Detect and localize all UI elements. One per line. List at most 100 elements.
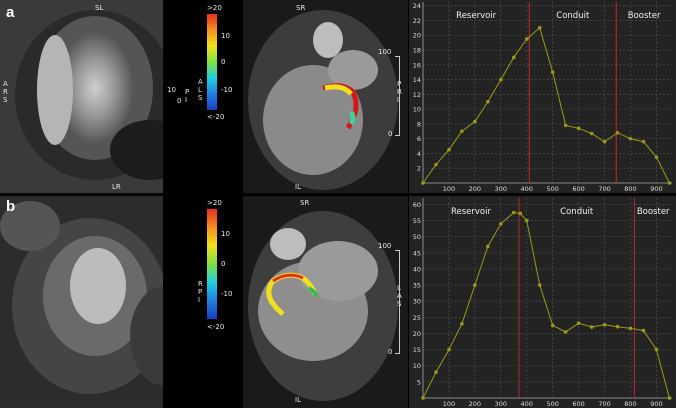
strain-data-point <box>511 55 516 60</box>
strain-data-point <box>563 330 568 334</box>
y-tick-label: 22 <box>413 17 421 25</box>
y-tick-label: 24 <box>413 2 421 10</box>
x-tick-label: 300 <box>495 185 507 193</box>
x-tick-label: 900 <box>650 185 662 193</box>
y-tick-label: 40 <box>413 265 421 273</box>
y-tick-label: 4 <box>417 150 421 158</box>
colorbar-tick-neg10: -10 <box>221 86 233 94</box>
strain-data-point <box>667 181 672 185</box>
y-tick-label: 14 <box>413 76 421 84</box>
y-tick-label: 45 <box>413 249 421 257</box>
strain-data-point <box>486 99 490 104</box>
long-axis-top-label: SR <box>300 199 310 207</box>
y-tick-label: 5 <box>417 378 421 386</box>
x-tick-label: 500 <box>546 400 558 408</box>
colorbar-top-label: >20 <box>207 4 222 12</box>
long-axis-image-a: SR IL P R I 100 0 <box>243 0 408 193</box>
y-tick-label: 8 <box>417 120 421 128</box>
colorbar-top-label: >20 <box>207 199 222 207</box>
long-axis-bottom-label: IL <box>295 183 301 191</box>
colorbar-tick-0: 0 <box>221 260 226 268</box>
colorbar-tick-neg10: -10 <box>221 290 233 298</box>
strain-data-point <box>524 37 529 41</box>
colorbar-gradient-a <box>207 14 217 110</box>
strain-data-point <box>524 218 529 223</box>
y-tick-label: 35 <box>413 282 421 290</box>
y-tick-label: 30 <box>413 298 421 306</box>
colorbar-side-label: A L S <box>198 78 203 102</box>
colorbar-left-tick-10: 10 <box>167 86 176 94</box>
long-axis-image-b: SR IL L A S 100 0 <box>243 196 408 408</box>
strain-data-point <box>421 396 425 400</box>
chart-background <box>409 0 676 193</box>
strain-data-point <box>434 162 438 167</box>
y-tick-label: 25 <box>413 314 421 322</box>
colorbar-panel-b: >20 10 0 -10 <-20 R P I <box>163 196 243 408</box>
scale-bar-a <box>395 56 400 136</box>
strain-data-point <box>628 326 633 331</box>
phase-label: Reservoir <box>456 11 496 21</box>
x-tick-label: 800 <box>624 400 636 408</box>
y-tick-label: 15 <box>413 346 421 354</box>
x-tick-label: 200 <box>469 185 481 193</box>
strain-data-point <box>499 77 503 82</box>
strain-data-point <box>589 131 594 136</box>
strain-data-point <box>537 26 542 30</box>
strain-data-point <box>460 129 464 134</box>
phase-label: Booster <box>628 11 661 21</box>
short-axis-top-label: SL <box>95 4 104 12</box>
strain-data-point <box>421 181 425 185</box>
x-tick-label: 500 <box>546 185 558 193</box>
x-tick-label: 700 <box>598 400 610 408</box>
long-axis-bottom-label: IL <box>295 396 301 404</box>
y-tick-label: 50 <box>413 233 421 241</box>
strain-data-point <box>473 119 477 124</box>
short-axis-left-label: A R S <box>3 80 8 104</box>
x-tick-label: 900 <box>650 400 662 408</box>
long-axis-top-label: SR <box>296 4 306 12</box>
x-tick-label: 200 <box>469 400 481 408</box>
colorbar-left-tick-0: 0 <box>177 97 182 105</box>
strain-chart-b: 5 10 15 20 25 30 35 40 45 50 55 60 100 200 300 400 500 60… <box>409 196 676 408</box>
colorbar-panel-a: >20 10 0 -10 <-20 A L S 10 0 P I <box>163 0 243 193</box>
strain-data-point <box>615 324 620 329</box>
phase-label: Conduit <box>556 11 590 21</box>
scale-top-label: 100 <box>378 48 392 56</box>
x-tick-label: 300 <box>495 400 507 408</box>
x-tick-label: 700 <box>598 185 610 193</box>
x-tick-label: 600 <box>572 400 584 408</box>
phase-label: Reservoir <box>451 207 491 217</box>
strain-data-point <box>576 126 581 131</box>
strain-data-point <box>628 136 633 141</box>
strain-data-point <box>499 222 503 226</box>
y-tick-label: 60 <box>413 201 421 209</box>
strain-data-point <box>576 321 581 325</box>
strain-data-point <box>511 210 516 215</box>
x-tick-label: 400 <box>521 400 533 408</box>
strain-data-point <box>602 322 607 327</box>
x-tick-label: 100 <box>443 185 455 193</box>
strain-data-point <box>615 130 620 135</box>
y-tick-label: 16 <box>413 61 421 69</box>
y-tick-label: 18 <box>413 47 421 55</box>
x-tick-label: 800 <box>624 185 636 193</box>
strain-data-point <box>563 123 568 128</box>
short-axis-bottom-label: LR <box>112 183 121 191</box>
y-tick-label: 10 <box>413 362 421 370</box>
strain-data-point <box>654 155 659 159</box>
colorbar-left-side: P I <box>185 88 190 104</box>
x-tick-label: 400 <box>521 185 533 193</box>
y-tick-label: 12 <box>413 91 421 99</box>
panel-tag-a: a <box>6 4 15 21</box>
strain-data-point <box>486 244 490 249</box>
strain-data-point <box>589 325 594 329</box>
strain-data-point <box>667 396 672 400</box>
colorbar-side-label: R P I <box>198 280 203 304</box>
y-tick-label: 55 <box>413 217 421 225</box>
y-tick-label: 10 <box>413 106 421 114</box>
colorbar-gradient-b <box>207 209 217 319</box>
y-tick-label: 6 <box>417 135 421 143</box>
phase-label: Booster <box>637 207 670 217</box>
y-tick-label: 2 <box>417 165 421 173</box>
y-tick-label: 20 <box>413 330 421 338</box>
